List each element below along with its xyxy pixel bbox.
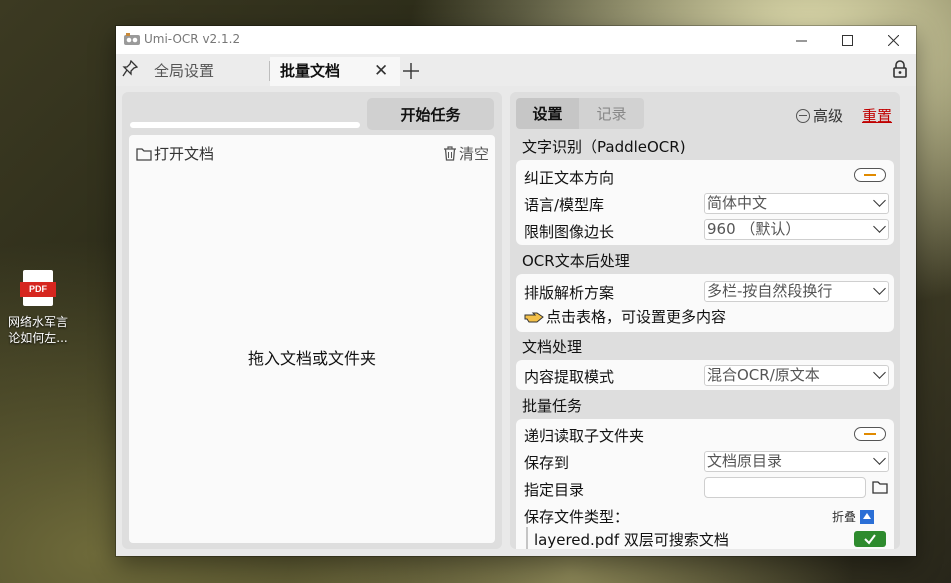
tab-bar: 全局设置 批量文档 ✕ [116, 54, 916, 86]
target-dir-input[interactable] [704, 477, 866, 498]
add-tab-icon[interactable] [402, 62, 420, 80]
layout-value: 多栏-按自然段换行 [707, 282, 833, 300]
layout-select[interactable]: 多栏-按自然段换行 [704, 281, 889, 302]
fold-label: 折叠 [832, 510, 857, 524]
clear-label: 清空 [458, 145, 489, 163]
drop-hint: 拖入文档或文件夹 [247, 349, 376, 368]
checkmark-icon [864, 534, 876, 545]
extract-mode-select[interactable]: 混合OCR/原文本 [704, 365, 889, 386]
chevron-down-icon [873, 194, 886, 207]
language-select[interactable]: 简体中文 [704, 193, 889, 214]
tab-batch-doc[interactable]: 批量文档 ✕ [270, 57, 400, 86]
advanced-label: 高级 [813, 107, 844, 125]
minimize-icon [795, 40, 807, 41]
doc-settings-card: 内容提取模式 混合OCR/原文本 [516, 360, 894, 390]
language-value: 简体中文 [707, 194, 768, 212]
extract-mode-label: 内容提取模式 [524, 368, 615, 386]
chevron-down-icon [873, 452, 886, 465]
drop-area[interactable]: 打开文档 清空 拖入文档或文件夹 [129, 135, 495, 543]
fold-button[interactable]: 折叠 [832, 508, 875, 525]
ocr-settings-card: 纠正文本方向 语言/模型库 简体中文 限制图像边长 960 （默认） [516, 160, 894, 245]
section-post-title: OCR文本后处理 [522, 252, 630, 270]
tab-global-settings[interactable]: 全局设置 [144, 57, 270, 86]
chevron-down-icon [873, 366, 886, 379]
tab-label: 批量文档 [280, 62, 341, 80]
batch-settings-card: 递归读取子文件夹 保存到 文档原目录 指定目录 保存文件类型： 折叠 layer… [516, 419, 894, 549]
folder-icon [136, 147, 152, 161]
pointing-hand-icon [524, 312, 544, 322]
desktop-icon-label-line1: 网络水军言 [7, 315, 68, 329]
window-title: Umi-OCR v2.1.2 [144, 32, 241, 46]
table-hint-text: 点击表格，可设置更多内容 [546, 308, 727, 326]
clear-button[interactable]: 清空 [443, 143, 489, 164]
table-hint[interactable]: 点击表格，可设置更多内容 [524, 306, 726, 327]
minimize-button[interactable] [778, 26, 824, 54]
limit-value: 960 （默认） [707, 220, 801, 238]
layout-label: 排版解析方案 [524, 284, 615, 302]
title-bar[interactable]: Umi-OCR v2.1.2 [116, 26, 916, 54]
tab-label: 全局设置 [154, 62, 215, 80]
reset-link[interactable]: 重置 [862, 105, 892, 126]
pdf-badge: PDF [20, 282, 56, 297]
pin-icon[interactable] [122, 60, 138, 78]
section-ocr-title: 文字识别（PaddleOCR) [522, 138, 686, 156]
save-to-value: 文档原目录 [707, 452, 783, 470]
collapse-up-icon [860, 509, 875, 524]
save-to-label: 保存到 [524, 454, 570, 472]
file-type-item: layered.pdf 双层可搜索文档 [534, 531, 729, 549]
open-document-button[interactable]: 打开文档 [136, 143, 214, 164]
start-task-button[interactable]: 开始任务 [367, 98, 494, 130]
orientation-label: 纠正文本方向 [524, 169, 615, 187]
post-settings-card: 排版解析方案 多栏-按自然段换行 点击表格，可设置更多内容 [516, 274, 894, 332]
desktop-icon-label-line2: 论如何左... [8, 331, 68, 345]
desktop-pdf-shortcut[interactable]: PDF 网络水军言 论如何左... [4, 270, 72, 346]
close-window-button[interactable] [870, 26, 916, 54]
recursive-toggle[interactable] [854, 427, 886, 441]
limit-label: 限制图像边长 [524, 223, 615, 241]
close-icon [887, 34, 899, 46]
chevron-down-icon [873, 220, 886, 233]
desktop-icon-label: 网络水军言 论如何左... [4, 314, 72, 346]
trash-icon [443, 146, 456, 161]
pdf-file-icon: PDF [20, 270, 56, 306]
list-indent-bar [526, 527, 528, 549]
maximize-button[interactable] [824, 26, 870, 54]
orientation-toggle[interactable] [854, 168, 886, 182]
file-types-label: 保存文件类型： [524, 508, 630, 526]
left-panel: 开始任务 打开文档 清空 拖入文档或文件夹 [122, 92, 502, 549]
language-label: 语言/模型库 [524, 196, 605, 214]
app-window: Umi-OCR v2.1.2 全局设置 批量文档 ✕ 开始任务 打开文档 清空 … [116, 26, 916, 556]
recursive-label: 递归读取子文件夹 [524, 427, 645, 445]
target-dir-label: 指定目录 [524, 481, 585, 499]
file-type-checkbox[interactable] [854, 531, 886, 547]
extract-mode-value: 混合OCR/原文本 [707, 366, 820, 384]
maximize-icon [841, 34, 853, 46]
settings-panel: 设置 记录 高级 重置 文字识别（PaddleOCR) 纠正文本方向 语言/模型… [510, 92, 900, 549]
app-logo-icon [124, 33, 140, 45]
tab-settings[interactable]: 设置 [516, 98, 579, 129]
open-document-label: 打开文档 [154, 145, 215, 163]
section-batch-title: 批量任务 [522, 397, 583, 415]
progress-bar [130, 122, 360, 128]
minus-circle-icon [796, 108, 810, 123]
section-doc-title: 文档处理 [522, 338, 583, 356]
save-to-select[interactable]: 文档原目录 [704, 451, 889, 472]
tab-log[interactable]: 记录 [579, 98, 644, 129]
advanced-toggle[interactable]: 高级 [796, 105, 843, 126]
folder-icon[interactable] [872, 480, 888, 494]
chevron-down-icon [873, 282, 886, 295]
lock-icon[interactable] [892, 60, 908, 78]
tab-close-icon[interactable]: ✕ [374, 57, 388, 86]
limit-select[interactable]: 960 （默认） [704, 219, 889, 240]
